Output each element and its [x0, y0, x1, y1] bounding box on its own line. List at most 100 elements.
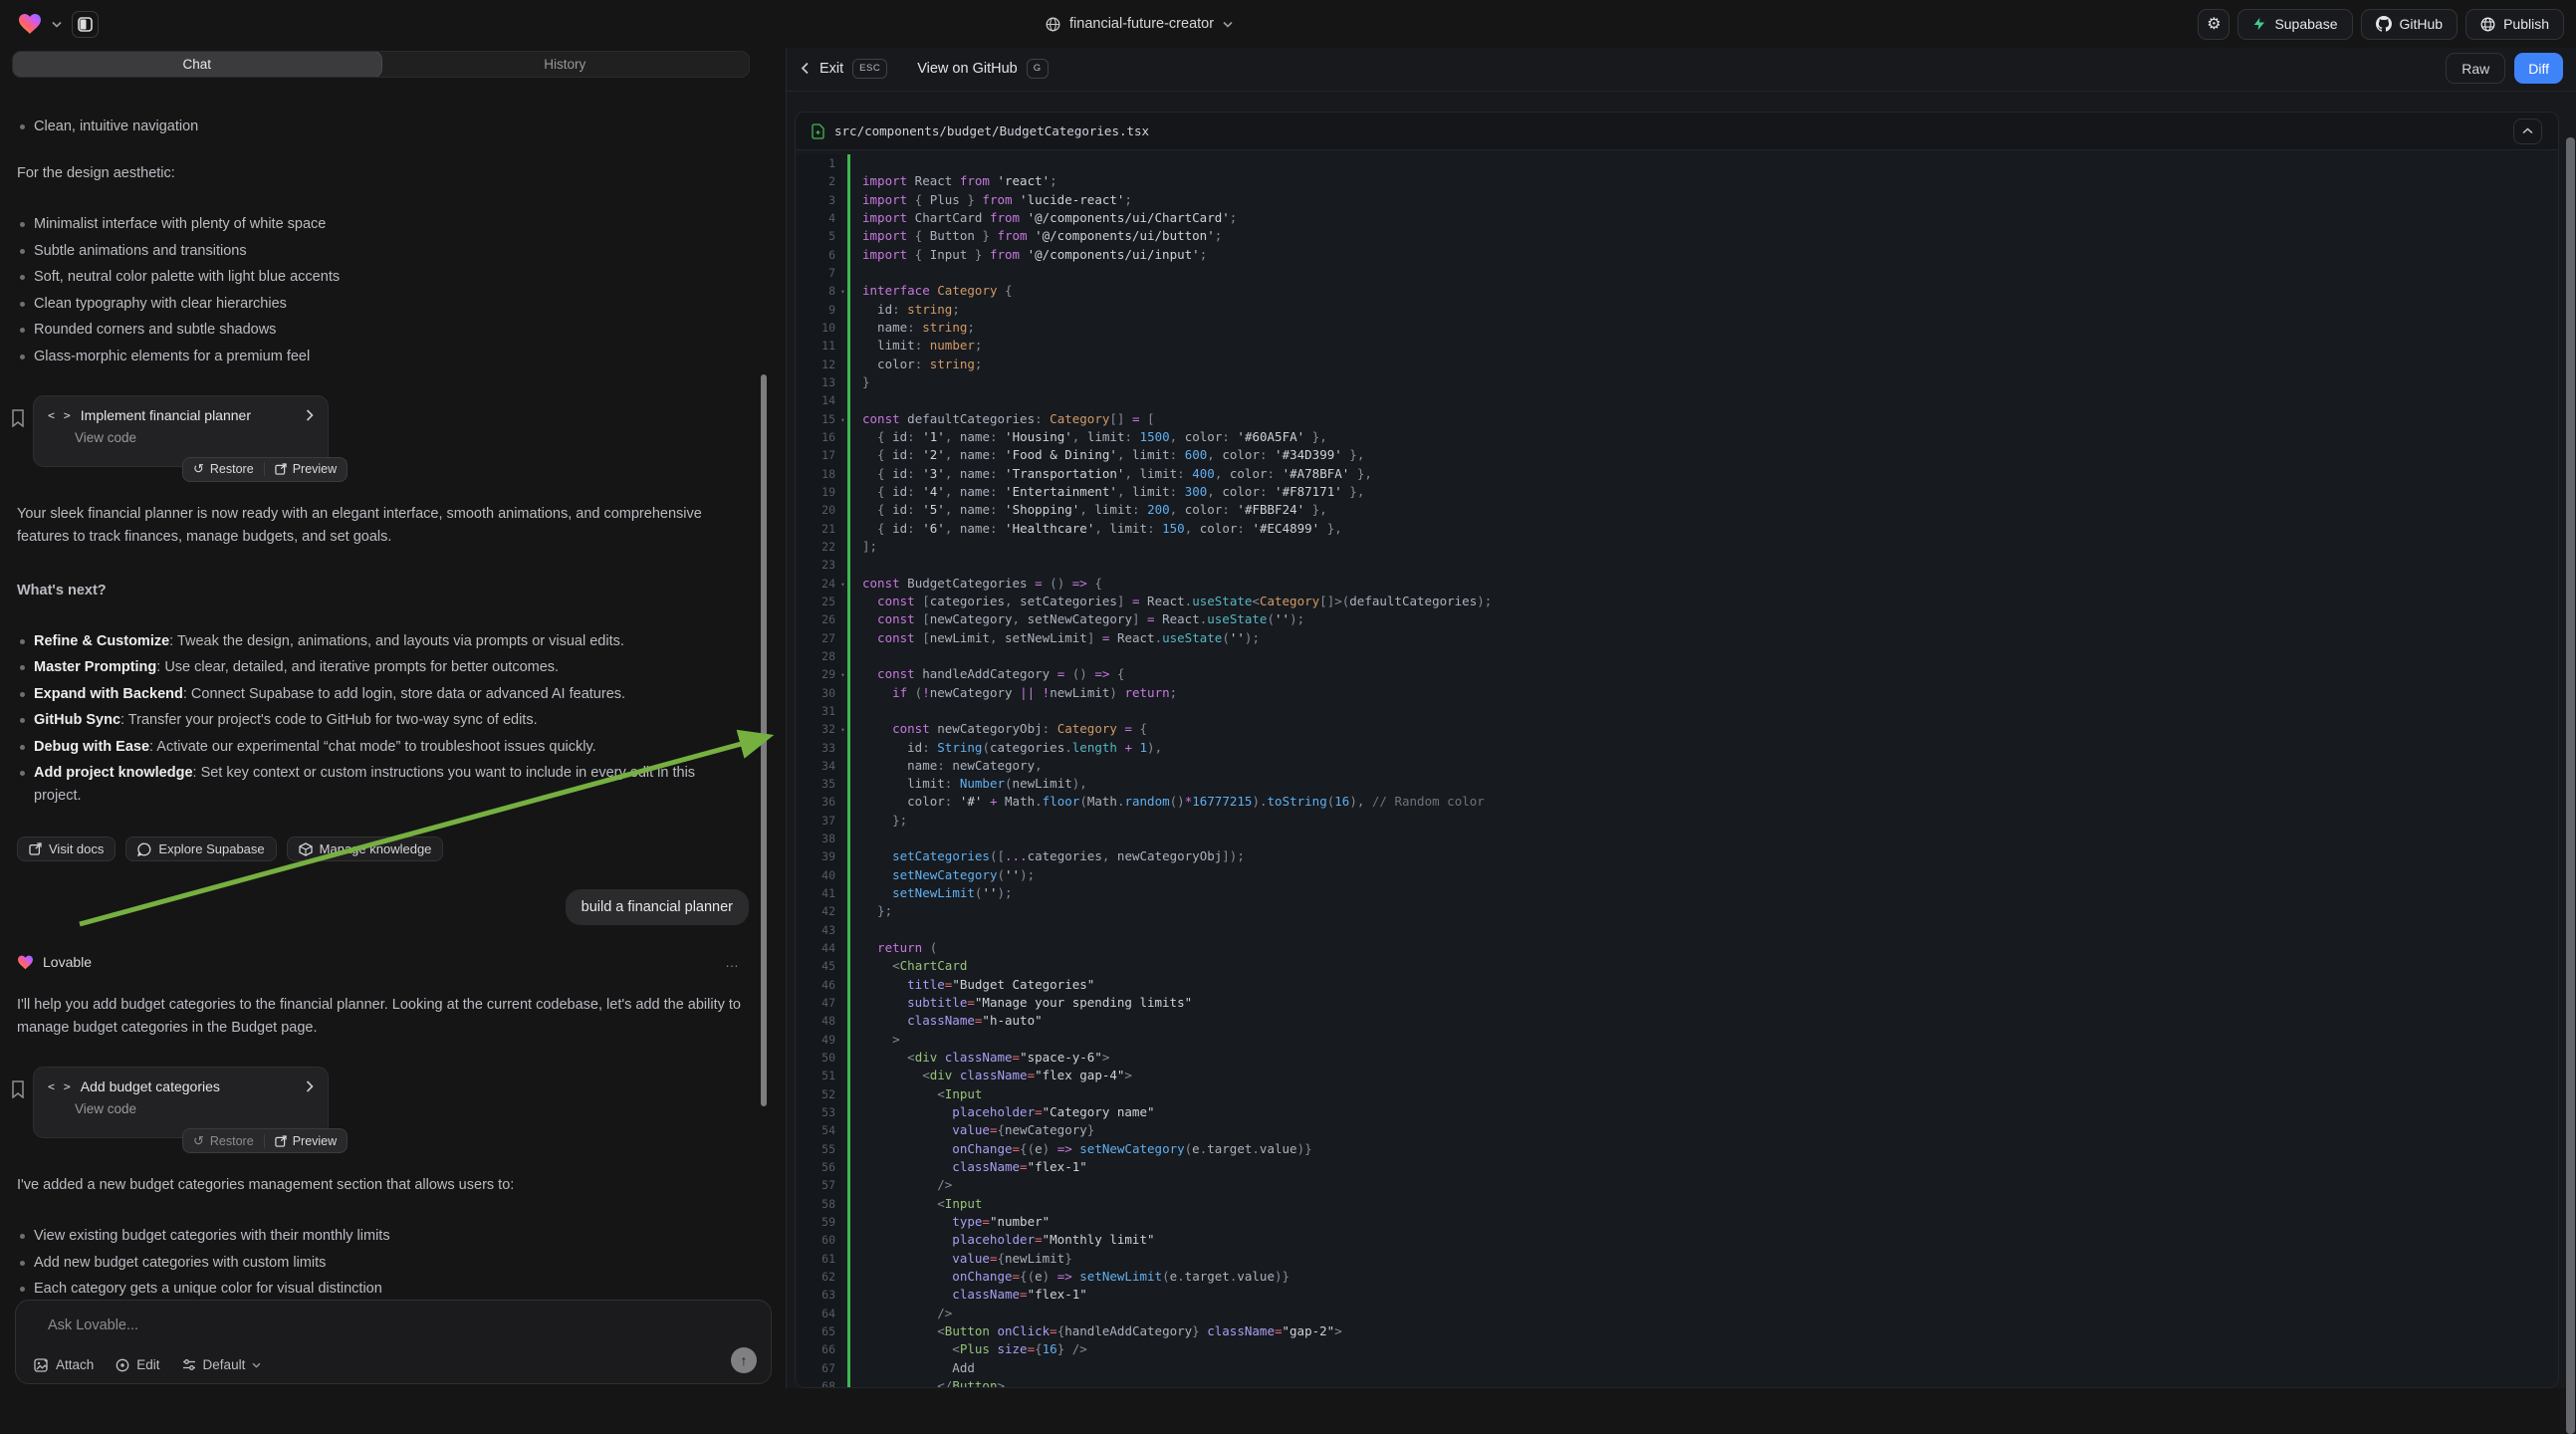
line-number[interactable]: 15▾ — [796, 410, 841, 428]
restore-button[interactable]: ↺Restore — [193, 461, 254, 477]
line-number[interactable]: 44 — [796, 939, 841, 957]
line-number[interactable]: 54 — [796, 1121, 841, 1139]
line-number[interactable]: 64 — [796, 1305, 841, 1322]
line-number[interactable]: 7 — [796, 264, 841, 282]
explore-supabase-button[interactable]: Explore Supabase — [125, 836, 276, 861]
line-number[interactable]: 65 — [796, 1322, 841, 1340]
line-number[interactable]: 38 — [796, 830, 841, 847]
line-number[interactable]: 5 — [796, 227, 841, 245]
line-number[interactable]: 53 — [796, 1103, 841, 1121]
diff-toggle-button[interactable]: Diff — [2514, 53, 2563, 84]
line-number[interactable]: 3 — [796, 191, 841, 209]
line-number[interactable]: 48 — [796, 1012, 841, 1030]
line-number[interactable]: 50 — [796, 1049, 841, 1067]
line-number[interactable]: 37 — [796, 812, 841, 830]
line-number[interactable]: 42 — [796, 902, 841, 920]
fold-chevron-icon[interactable]: ▾ — [840, 667, 844, 684]
line-number[interactable]: 2 — [796, 172, 841, 190]
line-number[interactable]: 21 — [796, 520, 841, 538]
bookmark-icon[interactable] — [11, 409, 25, 427]
view-code-link[interactable]: View code — [75, 1101, 314, 1116]
line-number[interactable]: 39 — [796, 847, 841, 865]
line-number[interactable]: 28 — [796, 647, 841, 665]
fold-chevron-icon[interactable]: ▾ — [840, 576, 844, 593]
fold-chevron-icon[interactable]: ▾ — [840, 722, 844, 739]
line-number[interactable]: 20 — [796, 501, 841, 519]
view-code-link[interactable]: View code — [75, 430, 314, 445]
bookmark-icon[interactable] — [11, 1080, 25, 1098]
supabase-button[interactable]: Supabase — [2237, 9, 2352, 40]
line-number[interactable]: 55 — [796, 1140, 841, 1158]
line-number[interactable]: 8▾ — [796, 282, 841, 300]
line-number[interactable]: 27 — [796, 629, 841, 647]
line-number[interactable]: 16 — [796, 428, 841, 446]
version-card[interactable]: < >Implement financial plannerView code — [33, 395, 329, 467]
line-number[interactable]: 26 — [796, 610, 841, 628]
sidebar-toggle-button[interactable] — [72, 11, 99, 38]
publish-button[interactable]: Publish — [2465, 9, 2564, 40]
line-number[interactable]: 31 — [796, 702, 841, 720]
line-number[interactable]: 63 — [796, 1286, 841, 1304]
fold-chevron-icon[interactable]: ▾ — [840, 412, 844, 429]
line-number[interactable]: 4 — [796, 209, 841, 227]
restore-button[interactable]: ↺Restore — [193, 1133, 254, 1149]
line-number[interactable]: 49 — [796, 1031, 841, 1049]
line-number[interactable]: 11 — [796, 337, 841, 355]
line-number[interactable]: 22 — [796, 538, 841, 556]
line-number[interactable]: 46 — [796, 976, 841, 994]
tab-chat[interactable]: Chat — [13, 52, 381, 77]
line-number[interactable]: 34 — [796, 757, 841, 775]
line-number[interactable]: 33 — [796, 739, 841, 757]
chat-composer[interactable]: Ask Lovable... Attach Edit Default ↑ — [15, 1300, 772, 1384]
model-selector[interactable]: Default — [182, 1357, 262, 1372]
line-number[interactable]: 1 — [796, 154, 841, 172]
line-number[interactable]: 60 — [796, 1231, 841, 1249]
line-number[interactable]: 29▾ — [796, 665, 841, 683]
line-number[interactable]: 23 — [796, 556, 841, 574]
line-number[interactable]: 12 — [796, 356, 841, 373]
lovable-heart-logo[interactable] — [18, 13, 42, 35]
line-number[interactable]: 58 — [796, 1195, 841, 1213]
chat-scroll[interactable]: Clean, intuitive navigationFor the desig… — [0, 78, 786, 1299]
collapse-file-button[interactable] — [2513, 119, 2542, 144]
preview-button[interactable]: Preview — [275, 462, 337, 476]
edit-mode-button[interactable]: Edit — [116, 1357, 159, 1372]
line-number[interactable]: 57 — [796, 1176, 841, 1194]
line-number[interactable]: 51 — [796, 1067, 841, 1084]
chevron-down-icon[interactable] — [52, 21, 62, 28]
line-number[interactable]: 43 — [796, 921, 841, 939]
line-number[interactable]: 45 — [796, 957, 841, 975]
line-number[interactable]: 67 — [796, 1359, 841, 1377]
line-number[interactable]: 41 — [796, 884, 841, 902]
line-number[interactable]: 14 — [796, 391, 841, 409]
line-number[interactable]: 35 — [796, 775, 841, 793]
code-editor[interactable]: 12import React from 'react';3import { Pl… — [796, 150, 2558, 1387]
line-number[interactable]: 13 — [796, 373, 841, 391]
code-scrollbar-thumb[interactable] — [2566, 137, 2575, 1434]
raw-toggle-button[interactable]: Raw — [2446, 53, 2505, 84]
visit-docs-button[interactable]: Visit docs — [17, 836, 116, 861]
line-number[interactable]: 32▾ — [796, 720, 841, 738]
file-path-bar[interactable]: src/components/budget/BudgetCategories.t… — [796, 113, 2558, 150]
send-button[interactable]: ↑ — [731, 1347, 757, 1373]
project-selector[interactable]: financial-future-creator — [1046, 0, 1233, 48]
line-number[interactable]: 17 — [796, 446, 841, 464]
github-button[interactable]: GitHub — [2361, 9, 2459, 40]
line-number[interactable]: 59 — [796, 1213, 841, 1231]
preview-button[interactable]: Preview — [275, 1134, 337, 1148]
line-number[interactable]: 6 — [796, 246, 841, 264]
line-number[interactable]: 40 — [796, 866, 841, 884]
line-number[interactable]: 36 — [796, 793, 841, 811]
line-number[interactable]: 30 — [796, 684, 841, 702]
line-number[interactable]: 47 — [796, 994, 841, 1012]
attach-button[interactable]: Attach — [34, 1357, 94, 1372]
line-number[interactable]: 52 — [796, 1085, 841, 1103]
line-number[interactable]: 66 — [796, 1340, 841, 1358]
line-number[interactable]: 25 — [796, 593, 841, 610]
line-number[interactable]: 10 — [796, 319, 841, 337]
line-number[interactable]: 62 — [796, 1268, 841, 1286]
view-on-github-button[interactable]: View on GitHub G — [917, 59, 1048, 79]
settings-button[interactable]: ⚙ — [2198, 9, 2229, 40]
line-number[interactable]: 61 — [796, 1250, 841, 1268]
exit-button[interactable]: Exit ESC — [801, 59, 887, 79]
